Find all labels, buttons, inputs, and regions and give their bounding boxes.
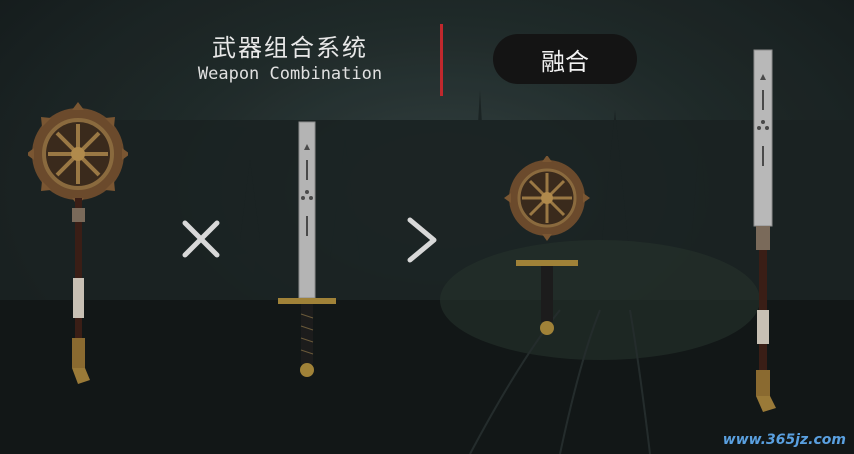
title-chinese: 武器组合系统 bbox=[212, 34, 368, 62]
header-divider bbox=[440, 24, 443, 96]
multiply-icon bbox=[182, 220, 220, 258]
chevron-right-icon bbox=[407, 217, 437, 263]
watermark-text: www.365jz.com bbox=[722, 432, 846, 448]
sawblade-hilt-icon[interactable] bbox=[500, 156, 594, 340]
straight-sword-icon[interactable] bbox=[272, 120, 342, 382]
long-blade-polearm-icon[interactable] bbox=[736, 48, 790, 418]
sawblade-hammer-icon[interactable] bbox=[28, 98, 128, 388]
game-screen: 武器组合系统 Weapon Combination 融合 www.365jz.c… bbox=[0, 0, 854, 454]
fuse-button[interactable]: 融合 bbox=[493, 34, 637, 84]
title-english: Weapon Combination bbox=[197, 64, 383, 84]
